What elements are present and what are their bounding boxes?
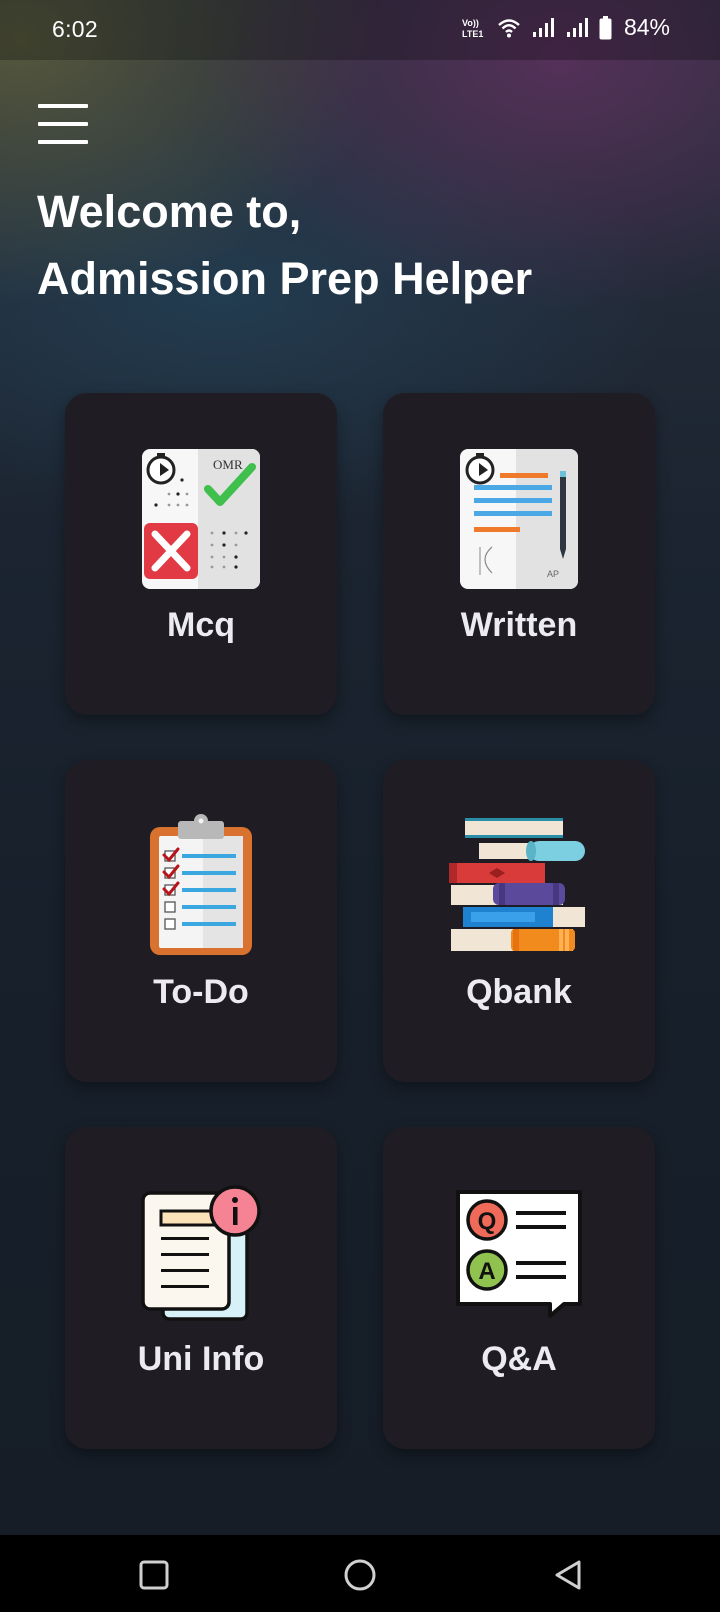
menu-line [38, 122, 88, 126]
info-document-icon [141, 1185, 261, 1321]
qbank-card-label: Qbank [466, 973, 572, 1011]
recents-icon[interactable] [134, 1555, 174, 1595]
signal-icon-2 [566, 17, 588, 37]
svg-text:LTE1: LTE1 [462, 29, 483, 39]
home-icon[interactable] [340, 1555, 380, 1595]
mcq-card[interactable]: OMR Mcq [65, 393, 337, 715]
svg-text:AP: AP [547, 569, 559, 579]
hamburger-menu-button[interactable] [38, 104, 92, 144]
svg-text:OMR: OMR [213, 457, 243, 472]
wifi-icon [498, 18, 520, 37]
system-navigation-bar [0, 1535, 720, 1612]
qa-chat-icon: Q A [456, 1190, 582, 1318]
qa-card-label: Q&A [481, 1340, 557, 1378]
menu-line [38, 140, 88, 144]
svg-text:Q: Q [478, 1208, 497, 1235]
todo-card[interactable]: To-Do [65, 760, 337, 1082]
svg-text:Vo)): Vo)) [462, 18, 479, 28]
qbank-card[interactable]: Qbank [383, 760, 655, 1082]
welcome-line-1: Welcome to, [37, 186, 302, 237]
written-exam-sheet-icon: AP [460, 449, 578, 589]
welcome-title: Welcome to, Admission Prep Helper [37, 178, 532, 312]
status-icons: Vo)) LTE1 84% [461, 14, 670, 41]
svg-text:A: A [478, 1258, 495, 1285]
welcome-line-2: Admission Prep Helper [37, 253, 533, 304]
mcq-omr-sheet-icon: OMR [142, 449, 260, 589]
written-card[interactable]: AP Written [383, 393, 655, 715]
battery-icon [599, 15, 612, 39]
volte-icon: Vo)) LTE1 [462, 18, 483, 39]
signal-icon-1 [532, 17, 554, 37]
written-card-label: Written [460, 606, 578, 644]
status-time: 6:02 [52, 16, 98, 42]
uni-info-card[interactable]: Uni Info [65, 1127, 337, 1449]
status-bar: 6:02 Vo)) LTE1 84% [0, 0, 720, 60]
back-icon[interactable] [548, 1555, 588, 1595]
todo-card-label: To-Do [153, 973, 249, 1011]
qa-card[interactable]: Q A Q&A [383, 1127, 655, 1449]
book-stack-icon [449, 818, 585, 951]
battery-level: 84% [623, 14, 670, 40]
mcq-card-label: Mcq [167, 606, 235, 644]
menu-line [38, 104, 88, 108]
uni-info-card-label: Uni Info [137, 1340, 265, 1378]
clipboard-checklist-icon [150, 814, 252, 955]
